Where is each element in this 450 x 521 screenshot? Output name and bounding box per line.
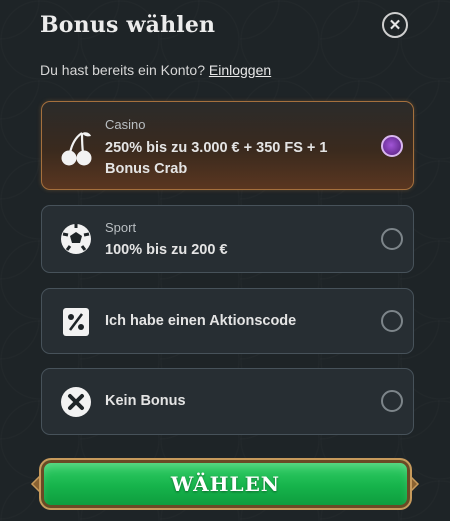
radio-unselected[interactable] [381, 310, 403, 332]
close-icon: ✕ [388, 16, 402, 34]
option-title: Kein Bonus [105, 393, 186, 409]
percent-icon [58, 304, 94, 340]
login-link[interactable]: Einloggen [209, 62, 271, 78]
bonus-option-casino[interactable]: Casino 250% bis zu 3.000 € + 350 FS + 1 … [41, 101, 414, 190]
no-bonus-x-icon [58, 384, 94, 420]
cherries-icon [58, 130, 94, 166]
soccer-ball-icon [58, 221, 94, 257]
option-title: 250% bis zu 3.000 € + 350 FS + 1 Bonus C… [105, 140, 328, 177]
option-title: Ich habe einen Aktionscode [105, 313, 297, 329]
modal-header: Bonus wählen ✕ [40, 12, 430, 42]
bonus-option-sport[interactable]: Sport 100% bis zu 200 € [41, 205, 414, 273]
login-prompt: Du hast bereits ein Konto? Einloggen [40, 62, 271, 78]
radio-unselected[interactable] [381, 228, 403, 250]
option-title: 100% bis zu 200 € [105, 242, 228, 258]
option-category: Sport [105, 220, 137, 235]
choose-button[interactable]: WÄHLEN [39, 458, 412, 510]
radio-selected[interactable] [381, 135, 403, 157]
radio-unselected[interactable] [381, 390, 403, 412]
login-prompt-text: Du hast bereits ein Konto? [40, 62, 205, 78]
bonus-option-promo-code[interactable]: Ich habe einen Aktionscode [41, 288, 414, 354]
option-category: Casino [105, 117, 146, 132]
modal-title: Bonus wählen [40, 12, 216, 38]
bonus-option-no-bonus[interactable]: Kein Bonus [41, 368, 414, 435]
close-button[interactable]: ✕ [382, 12, 408, 38]
